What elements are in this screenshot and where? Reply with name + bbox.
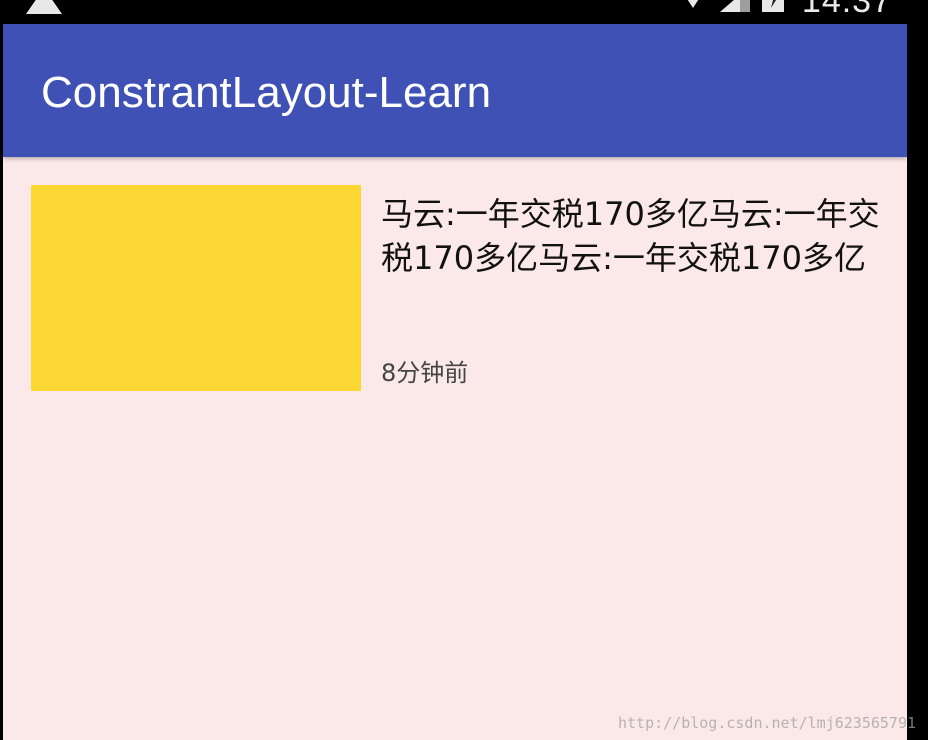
battery-icon xyxy=(760,0,794,12)
watermark: http://blog.csdn.net/lmj623565791 xyxy=(617,714,916,732)
news-thumbnail[interactable] xyxy=(31,185,361,391)
status-bar: 14:37 xyxy=(0,0,928,24)
wifi-icon xyxy=(676,0,710,12)
app-window: ConstrantLayout-Learn 马云:一年交税170多亿马云:一年交… xyxy=(3,24,907,740)
warning-icon xyxy=(26,0,62,14)
device-screen: 14:37 ConstrantLayout-Learn 马云:一年交税170多亿… xyxy=(0,0,928,740)
app-bar: ConstrantLayout-Learn xyxy=(3,24,907,157)
status-right: 14:37 xyxy=(676,0,892,20)
app-title: ConstrantLayout-Learn xyxy=(41,68,492,117)
news-headline[interactable]: 马云:一年交税170多亿马云:一年交税170多亿马云:一年交税170多亿 xyxy=(381,192,891,280)
news-timestamp: 8分钟前 xyxy=(381,359,469,387)
status-time: 14:37 xyxy=(801,0,892,20)
signal-icon xyxy=(718,0,752,12)
